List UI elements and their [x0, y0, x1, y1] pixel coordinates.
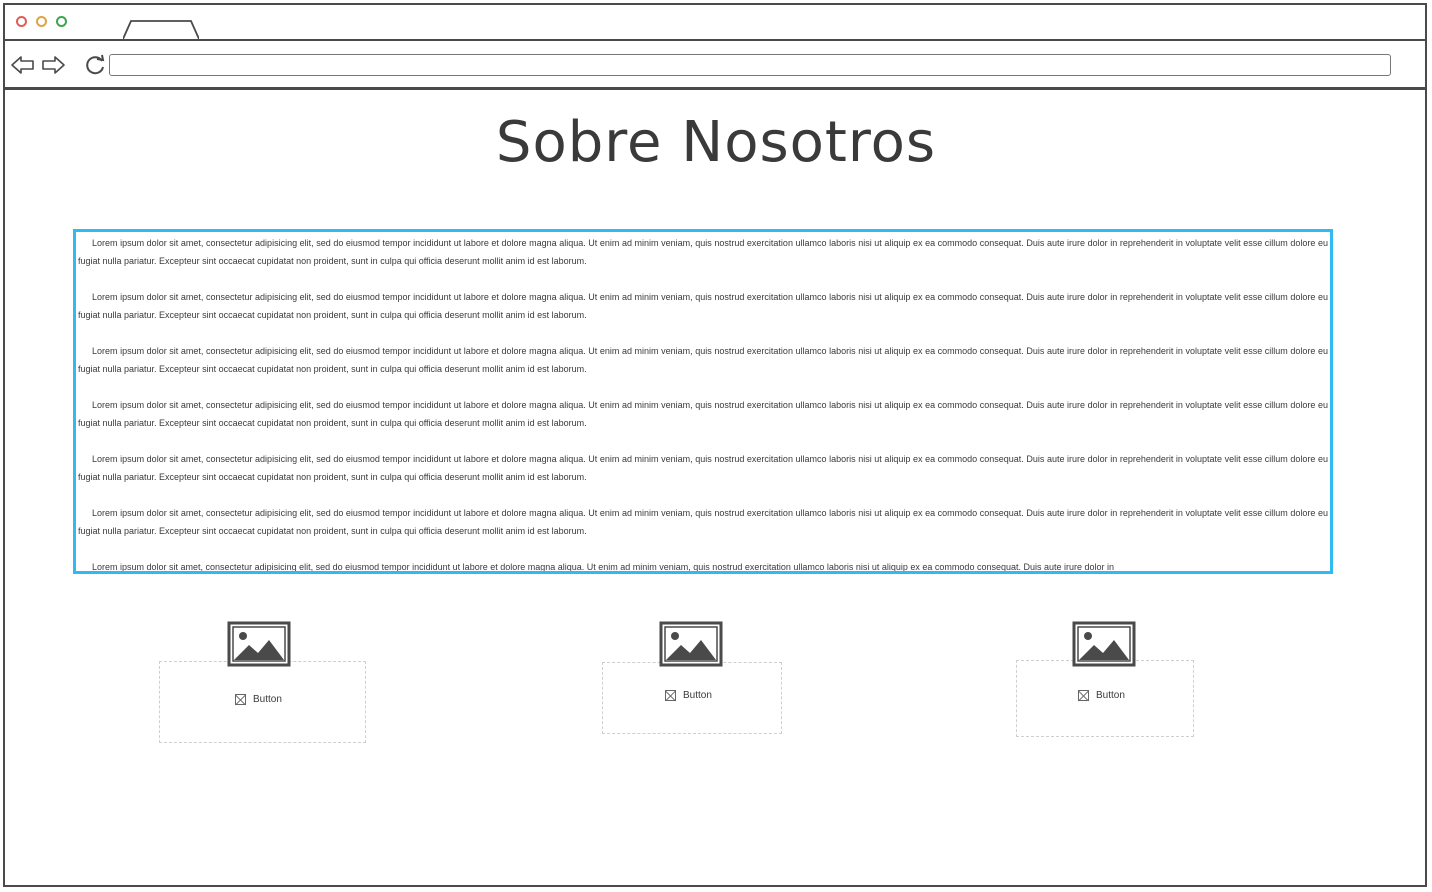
minimize-window-button[interactable]: [36, 16, 47, 27]
about-text-area[interactable]: Lorem ipsum dolor sit amet, consectetur …: [73, 229, 1333, 574]
paragraph: Lorem ipsum dolor sit amet, consectetur …: [78, 346, 1328, 374]
image-placeholder-icon: [227, 621, 291, 667]
card-button-label: Button: [1096, 690, 1125, 701]
browser-titlebar: [5, 5, 1425, 41]
placeholder-x-icon: [665, 690, 676, 701]
paragraph: Lorem ipsum dolor sit amet, consectetur …: [78, 454, 1328, 482]
card-button[interactable]: Button: [235, 694, 282, 705]
image-placeholder-icon: [1072, 621, 1136, 667]
close-window-button[interactable]: [16, 16, 27, 27]
maximize-window-button[interactable]: [56, 16, 67, 27]
back-arrow-icon[interactable]: [10, 55, 36, 75]
paragraph: Lorem ipsum dolor sit amet, consectetur …: [78, 292, 1328, 320]
card-button[interactable]: Button: [1078, 690, 1125, 701]
reload-icon[interactable]: [83, 53, 107, 77]
card-button[interactable]: Button: [665, 690, 712, 701]
card-button-label: Button: [253, 694, 282, 705]
paragraph: Lorem ipsum dolor sit amet, consectetur …: [78, 400, 1328, 428]
url-input[interactable]: [109, 54, 1391, 76]
placeholder-x-icon: [1078, 690, 1089, 701]
placeholder-x-icon: [235, 694, 246, 705]
browser-tab[interactable]: [123, 19, 199, 39]
forward-arrow-icon[interactable]: [40, 55, 66, 75]
paragraph: Lorem ipsum dolor sit amet, consectetur …: [78, 238, 1328, 266]
card-button-label: Button: [683, 690, 712, 701]
paragraph: Lorem ipsum dolor sit amet, consectetur …: [78, 508, 1328, 536]
browser-address-bar: [5, 41, 1425, 90]
paragraph: Lorem ipsum dolor sit amet, consectetur …: [92, 562, 1115, 572]
image-placeholder-icon: [659, 621, 723, 667]
page-title: Sobre Nosotros: [495, 110, 937, 175]
